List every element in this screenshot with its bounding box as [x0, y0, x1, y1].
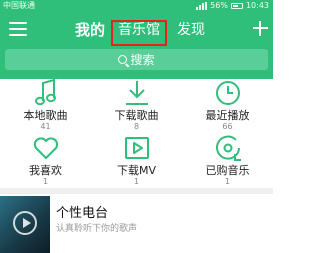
- grid-label: 下载歌曲: [114, 109, 159, 122]
- personal-radio-card[interactable]: 个性电台 认真聆听下你的歌声: [0, 194, 273, 253]
- video-play-icon: [124, 137, 149, 159]
- grid-count: 1: [224, 177, 231, 186]
- grid-item-local-songs[interactable]: 本地歌曲 41: [0, 79, 91, 131]
- radio-thumbnail: [0, 196, 50, 253]
- grid-label: 本地歌曲: [23, 109, 68, 122]
- top-nav: 我的 音乐馆 发现: [0, 12, 273, 48]
- top-header: 中国联通 56% 10:43 我的 音乐馆 发现 搜索: [0, 0, 273, 79]
- tab-discover[interactable]: 发现: [177, 12, 205, 48]
- grid-count: 1: [133, 177, 140, 186]
- battery-icon: [230, 3, 243, 9]
- highlight-box: [111, 20, 167, 46]
- grid-count: 66: [222, 122, 233, 131]
- grid-label: 最近播放: [205, 109, 250, 122]
- grid-item-downloaded-mv[interactable]: 下载MV 1: [91, 134, 182, 186]
- radio-subtitle: 认真聆听下你的歌声: [56, 224, 138, 234]
- grid-count: 8: [133, 122, 140, 131]
- radio-title: 个性电台: [56, 206, 109, 221]
- grid-label: 我喜欢: [29, 164, 62, 177]
- grid-label: 已购音乐: [205, 164, 250, 177]
- grid-count: 41: [40, 122, 51, 131]
- grid-count: 1: [42, 177, 49, 186]
- heart-icon: [33, 137, 58, 159]
- music-note-icon: [34, 79, 56, 106]
- disc-icon: [215, 135, 241, 161]
- grid-item-recent-plays[interactable]: 最近播放 66: [182, 79, 273, 131]
- search-icon: [118, 55, 128, 64]
- grid-item-purchased-music[interactable]: 已购音乐 1: [182, 134, 273, 186]
- status-bar: 中国联通 56% 10:43: [0, 0, 273, 12]
- play-icon: [13, 211, 37, 235]
- grid-label: 下载MV: [116, 164, 156, 177]
- status-indicators: 56% 10:43: [196, 0, 269, 12]
- search-bar[interactable]: 搜索: [5, 49, 268, 70]
- carrier-label: 中国联通: [3, 1, 35, 10]
- clock: 10:43: [245, 1, 269, 10]
- search-label: 搜索: [130, 53, 155, 67]
- download-icon: [125, 81, 148, 105]
- signal-icon: [196, 2, 208, 10]
- shortcut-grid: 本地歌曲 41 下载歌曲 8 最近播放 66 我喜欢 1 下载MV 1 已购音乐…: [0, 79, 273, 186]
- add-icon[interactable]: [253, 21, 268, 36]
- grid-item-favorites[interactable]: 我喜欢 1: [0, 134, 91, 186]
- clock-icon: [215, 81, 240, 105]
- battery-percent: 56%: [210, 1, 228, 10]
- grid-item-downloaded-songs[interactable]: 下载歌曲 8: [91, 79, 182, 131]
- tab-my-music[interactable]: 我的: [75, 12, 105, 48]
- menu-icon[interactable]: [9, 21, 27, 37]
